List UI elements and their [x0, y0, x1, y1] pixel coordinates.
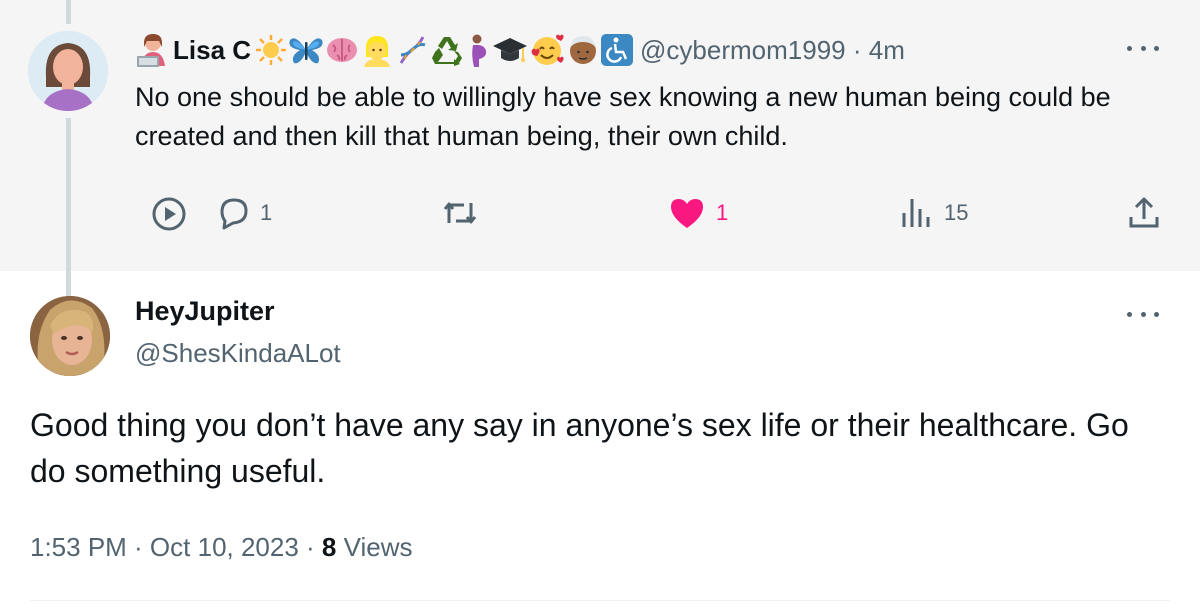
heart-filled-icon — [671, 199, 703, 228]
reply-button[interactable]: 1 — [214, 195, 272, 231]
play-circle-icon — [152, 197, 186, 231]
parent-timestamp[interactable]: · 4m — [853, 35, 905, 65]
sun-emoji — [256, 35, 287, 65]
tweet-timestamp[interactable]: 1:53 PM · Oct 10, 2023 · — [30, 532, 322, 562]
divider — [30, 600, 1170, 601]
reply-handle[interactable]: @ShesKindaALot — [135, 338, 341, 369]
retweet-icon — [443, 202, 477, 224]
like-button[interactable]: 1 — [668, 195, 728, 231]
reply-tweet-text: Good thing you don’t have any say in any… — [30, 407, 1129, 489]
share-button[interactable] — [1127, 195, 1161, 231]
wheelchair-symbol-emoji — [601, 34, 634, 66]
technologist-emoji — [135, 33, 171, 67]
smiling-hearts-emoji — [531, 34, 564, 65]
more-options-icon[interactable] — [1127, 43, 1159, 53]
view-count: 15 — [944, 200, 969, 225]
reply-bubble-icon — [220, 198, 248, 230]
parent-tweet-text: No one should be able to willingly have … — [135, 82, 1111, 151]
parent-handle[interactable]: @cybermom1999 — [640, 35, 846, 65]
parent-action-bar: 1 1 15 — [0, 195, 1200, 235]
recycle-emoji — [432, 37, 463, 66]
reply-avatar[interactable] — [30, 296, 110, 376]
retweet-button[interactable] — [440, 195, 480, 231]
thread-line-top — [66, 0, 71, 24]
blond-person-emoji — [364, 36, 391, 67]
brain-emoji — [327, 38, 358, 62]
play-button[interactable] — [150, 195, 188, 233]
graduation-cap-emoji — [493, 38, 528, 62]
views-count: 8 — [321, 532, 337, 562]
reply-more-options-icon[interactable] — [1127, 309, 1159, 319]
like-count: 1 — [716, 200, 729, 225]
parent-author-row: Lisa C @cybermom1999 · 4m — [135, 30, 905, 70]
reply-display-name[interactable]: HeyJupiter — [135, 296, 275, 327]
reply-count: 1 — [260, 200, 273, 225]
share-icon — [1129, 197, 1159, 228]
dna-emoji — [399, 36, 426, 64]
avatar[interactable] — [28, 31, 108, 111]
photo-avatar-icon — [30, 296, 110, 376]
views-button[interactable]: 15 — [900, 195, 968, 231]
views-label: Views — [336, 532, 413, 562]
avatar-illustration-icon — [28, 31, 108, 111]
pregnant-person-emoji — [472, 34, 487, 67]
parent-tweet[interactable]: Lisa C @cybermom1999 · 4m No one should … — [0, 0, 1200, 296]
butterfly-emoji — [289, 38, 323, 64]
bar-chart-icon — [902, 199, 930, 227]
tweet-metadata: 1:53 PM · Oct 10, 2023 · 8 Views — [30, 532, 413, 563]
name-emoji-strip — [255, 33, 634, 67]
older-person-emoji — [570, 36, 597, 64]
parent-display-name[interactable]: Lisa C — [173, 35, 251, 66]
